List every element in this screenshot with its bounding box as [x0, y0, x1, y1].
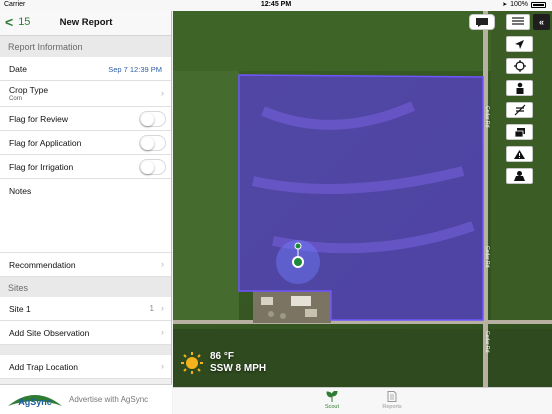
report-panel: < 15 New Report Report Information Date …	[0, 11, 172, 414]
ad-text: Advertise with AgSync	[69, 395, 149, 404]
svg-text:Cedar Rd: Cedar Rd	[484, 331, 490, 353]
layer-toggle-button[interactable]	[506, 102, 533, 118]
date-row[interactable]: Date Sep 7 12:39 PM	[0, 57, 171, 81]
tab-scout-label: Scout	[324, 404, 340, 410]
wind: SSW 8 MPH	[210, 363, 267, 374]
nav-bar: < 15 New Report	[0, 11, 171, 36]
section-report-information: Report Information	[0, 36, 171, 57]
satellite-map: Cedar Rd Cedar Rd Cedar Rd	[173, 11, 552, 387]
ad-banner[interactable]: AgSync Advertise with AgSync	[0, 384, 172, 414]
date-label: Date	[9, 64, 27, 74]
notes-field[interactable]: Notes	[0, 179, 171, 253]
flag-review-row: Flag for Review	[0, 107, 171, 131]
navigation-arrow-icon	[515, 39, 524, 49]
section-spacer	[0, 345, 171, 355]
chat-bubble-icon	[476, 17, 488, 27]
sun-icon	[181, 352, 203, 374]
svg-text:Cedar Rd: Cedar Rd	[484, 106, 490, 128]
collapse-panel-button[interactable]: «	[533, 14, 550, 30]
crosshair-icon	[513, 60, 526, 72]
add-trap-location-row[interactable]: Add Trap Location ›	[0, 355, 171, 379]
list-icon	[512, 17, 524, 25]
flag-application-label: Flag for Application	[9, 138, 82, 148]
map-marker-icon	[514, 171, 525, 181]
chevron-right-icon: ›	[161, 327, 164, 337]
flag-review-label: Flag for Review	[9, 114, 69, 124]
sprout-icon	[326, 390, 338, 402]
clock: 12:45 PM	[260, 1, 292, 8]
site-1-count: 1	[149, 304, 154, 313]
flag-irrigation-label: Flag for Irrigation	[9, 162, 74, 172]
battery-icon	[531, 1, 546, 8]
warning-icon	[514, 149, 525, 159]
flag-application-toggle[interactable]	[139, 135, 166, 151]
recommendation-row[interactable]: Recommendation ›	[0, 253, 171, 277]
section-sites: Sites	[0, 277, 171, 297]
agsync-logo: AgSync	[8, 395, 62, 407]
tab-reports[interactable]: Reports	[372, 391, 412, 410]
tab-bar: Scout Reports	[173, 387, 552, 414]
site-1-label: Site 1	[9, 304, 31, 314]
add-site-observation-label: Add Site Observation	[9, 328, 90, 338]
crop-type-row[interactable]: Crop Type Corn ›	[0, 81, 171, 107]
layers-icon	[514, 127, 525, 137]
date-value: Sep 7 12:39 PM	[108, 65, 162, 74]
chat-button[interactable]	[469, 14, 495, 30]
chevron-right-icon: ›	[161, 361, 164, 371]
crop-type-label: Crop Type	[9, 85, 49, 95]
scout-person-button[interactable]	[506, 80, 533, 96]
tab-reports-label: Reports	[382, 404, 402, 410]
status-bar: Carrier 12:45 PM ➤ 100%	[0, 0, 552, 11]
weather-widget: 86 °F SSW 8 MPH	[180, 351, 266, 375]
list-button[interactable]	[506, 14, 530, 30]
chevron-right-icon: ›	[161, 259, 164, 269]
add-trap-location-label: Add Trap Location	[9, 362, 78, 372]
map-view[interactable]: Cedar Rd Cedar Rd Cedar Rd « 86 °F SSW 8…	[173, 11, 552, 387]
agsync-logo-text: AgSync	[18, 397, 52, 407]
flag-review-toggle[interactable]	[139, 111, 166, 127]
crosshair-button[interactable]	[506, 58, 533, 74]
battery-percent: 100%	[510, 1, 528, 8]
flag-irrigation-toggle[interactable]	[139, 159, 166, 175]
recommendation-label: Recommendation	[9, 260, 76, 270]
add-site-observation-row[interactable]: Add Site Observation ›	[0, 321, 171, 345]
document-icon	[387, 391, 397, 402]
crop-type-value: Corn	[9, 96, 23, 102]
map-pin-button[interactable]	[506, 168, 533, 184]
chevron-right-icon: ›	[161, 88, 164, 98]
page-title: New Report	[59, 17, 113, 28]
site-1-row[interactable]: Site 1 1 ›	[0, 297, 171, 321]
svg-text:Cedar Rd: Cedar Rd	[484, 246, 490, 268]
person-icon	[516, 82, 523, 94]
no-layer-icon	[514, 104, 525, 116]
temperature: 86 °F	[210, 351, 235, 362]
layers-button[interactable]	[506, 124, 533, 140]
chevron-right-icon: ›	[161, 303, 164, 313]
notes-label: Notes	[9, 186, 32, 196]
locate-button[interactable]	[506, 36, 533, 52]
alert-button[interactable]	[506, 146, 533, 162]
location-icon: ➤	[502, 2, 508, 8]
double-chevron-left-icon: «	[538, 17, 544, 27]
flag-irrigation-row: Flag for Irrigation	[0, 155, 171, 179]
flag-application-row: Flag for Application	[0, 131, 171, 155]
tab-scout[interactable]: Scout	[312, 390, 352, 410]
